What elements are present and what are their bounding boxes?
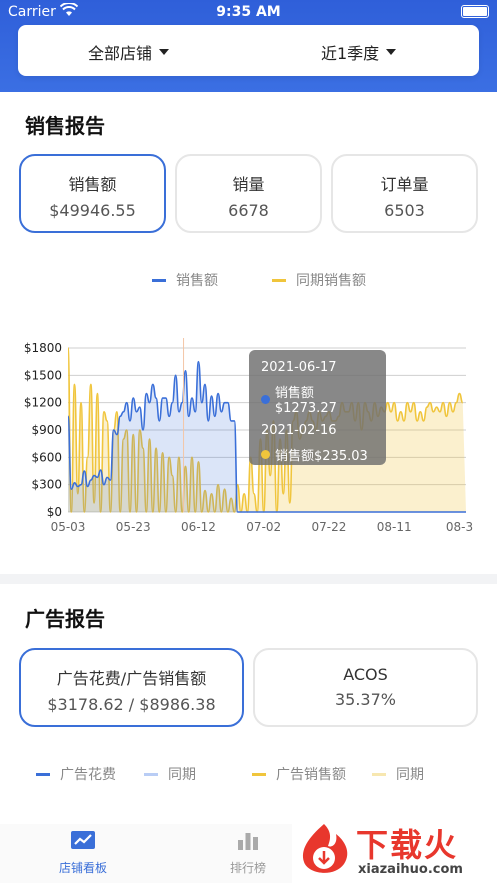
caret-down-icon bbox=[159, 49, 170, 55]
legend-sales: 销售额 bbox=[152, 270, 218, 290]
x-tick-label: 05-03 bbox=[51, 520, 86, 534]
tooltip-date-prior: 2021-02-16 bbox=[261, 423, 337, 438]
card-value: 6503 bbox=[384, 201, 425, 220]
card-label: 订单量 bbox=[380, 175, 429, 194]
card-value: 35.37% bbox=[334, 690, 396, 709]
x-tick-label: 06-12 bbox=[181, 520, 216, 534]
tooltip-date-current: 2021-06-17 bbox=[261, 360, 337, 375]
y-tick-label: $0 bbox=[47, 505, 62, 519]
x-tick-label: 08-3 bbox=[446, 520, 473, 534]
chart-tooltip: 2021-06-17 销售额$1273.27 2021-02-16 销售额$23… bbox=[249, 350, 386, 465]
x-tick-label: 07-02 bbox=[246, 520, 281, 534]
tab-label: 排行榜 bbox=[229, 861, 266, 875]
battery-icon bbox=[461, 5, 489, 18]
sales-report-title: 销售报告 bbox=[25, 114, 105, 138]
tab-store-dashboard[interactable]: 店铺看板 bbox=[33, 830, 133, 876]
legend-label: 广告花费 bbox=[60, 767, 116, 783]
tab-ranking[interactable]: 排行榜 bbox=[198, 830, 298, 876]
flame-logo-icon bbox=[294, 820, 354, 882]
card-value: $3178.62 / $8986.38 bbox=[47, 695, 216, 714]
card-label: ACOS bbox=[343, 665, 388, 684]
legend-prior-sales: 同期销售额 bbox=[272, 270, 366, 290]
card-label: 销售额 bbox=[68, 175, 117, 194]
status-bar: Carrier 9:35 AM bbox=[0, 0, 497, 24]
legend-swatch bbox=[372, 772, 386, 776]
tooltip-dot bbox=[261, 394, 270, 404]
legend-ad-spend-prior: 同期 bbox=[144, 764, 196, 784]
chart-line-icon bbox=[70, 831, 96, 855]
store-filter-label: 全部店铺 bbox=[88, 44, 153, 63]
card-value: 6678 bbox=[228, 201, 269, 220]
legend-ad-spend: 广告花费 bbox=[36, 764, 116, 784]
tooltip-row-prior: 销售额$235.03 bbox=[261, 445, 374, 464]
y-tick-label: $600 bbox=[31, 450, 62, 464]
period-filter-dropdown[interactable]: 近1季度 bbox=[321, 40, 397, 64]
status-time: 9:35 AM bbox=[216, 4, 281, 20]
legend-swatch bbox=[252, 772, 266, 776]
x-tick-label: 08-11 bbox=[377, 520, 412, 534]
y-tick-label: $1200 bbox=[24, 396, 62, 410]
legend-label: 同期销售额 bbox=[296, 273, 366, 289]
legend-swatch bbox=[36, 772, 50, 776]
period-filter-label: 近1季度 bbox=[321, 44, 380, 63]
caret-down-icon bbox=[386, 49, 397, 55]
tooltip-row-current: 销售额$1273.27 bbox=[261, 382, 374, 416]
x-tick-label: 07-22 bbox=[312, 520, 347, 534]
legend-ad-sales: 广告销售额 bbox=[252, 764, 346, 784]
tab-label: 店铺看板 bbox=[58, 861, 107, 875]
watermark-text: 下载火 bbox=[356, 826, 459, 864]
card-value: $49946.55 bbox=[49, 201, 136, 220]
legend-label: 同期 bbox=[396, 767, 424, 783]
watermark-url: xiazaihuo.com bbox=[358, 862, 463, 877]
legend-swatch bbox=[144, 772, 158, 776]
x-tick-label: 05-23 bbox=[116, 520, 151, 534]
bar-chart-icon bbox=[235, 833, 261, 855]
sales-report-panel: 销售报告 销售额 $49946.55 销量 6678 订单量 6503 销售额 … bbox=[0, 92, 497, 574]
card-label: 广告花费/广告销售额 bbox=[56, 669, 207, 688]
legend-label: 广告销售额 bbox=[276, 767, 346, 783]
card-label: 销量 bbox=[232, 175, 265, 194]
legend-ad-sales-prior: 同期 bbox=[372, 764, 424, 784]
legend-label: 销售额 bbox=[176, 273, 218, 289]
ad-report-title: 广告报告 bbox=[25, 607, 105, 631]
sales-volume-card[interactable]: 销量 6678 bbox=[175, 154, 322, 233]
tooltip-value-current: 销售额$1273.27 bbox=[274, 386, 337, 416]
y-tick-label: $900 bbox=[31, 423, 62, 437]
sales-amount-card[interactable]: 销售额 $49946.55 bbox=[19, 154, 166, 233]
y-tick-label: $1800 bbox=[24, 341, 62, 355]
tooltip-value-prior: 销售额$235.03 bbox=[275, 449, 368, 464]
legend-swatch bbox=[272, 278, 286, 282]
watermark: 下载火 xiazaihuo.com bbox=[292, 818, 497, 883]
ad-spend-card[interactable]: 广告花费/广告销售额 $3178.62 / $8986.38 bbox=[19, 648, 244, 727]
ad-report-panel: 广告报告 广告花费/广告销售额 $3178.62 / $8986.38 ACOS… bbox=[0, 584, 497, 824]
y-tick-label: $1500 bbox=[24, 368, 62, 382]
legend-swatch bbox=[152, 278, 166, 282]
y-tick-label: $300 bbox=[31, 478, 62, 492]
store-filter-dropdown[interactable]: 全部店铺 bbox=[88, 40, 170, 64]
tooltip-dot bbox=[261, 450, 270, 459]
filter-bar: 全部店铺 近1季度 bbox=[18, 25, 479, 76]
order-count-card[interactable]: 订单量 6503 bbox=[331, 154, 478, 233]
acos-card[interactable]: ACOS 35.37% bbox=[253, 648, 478, 727]
legend-label: 同期 bbox=[168, 767, 196, 783]
